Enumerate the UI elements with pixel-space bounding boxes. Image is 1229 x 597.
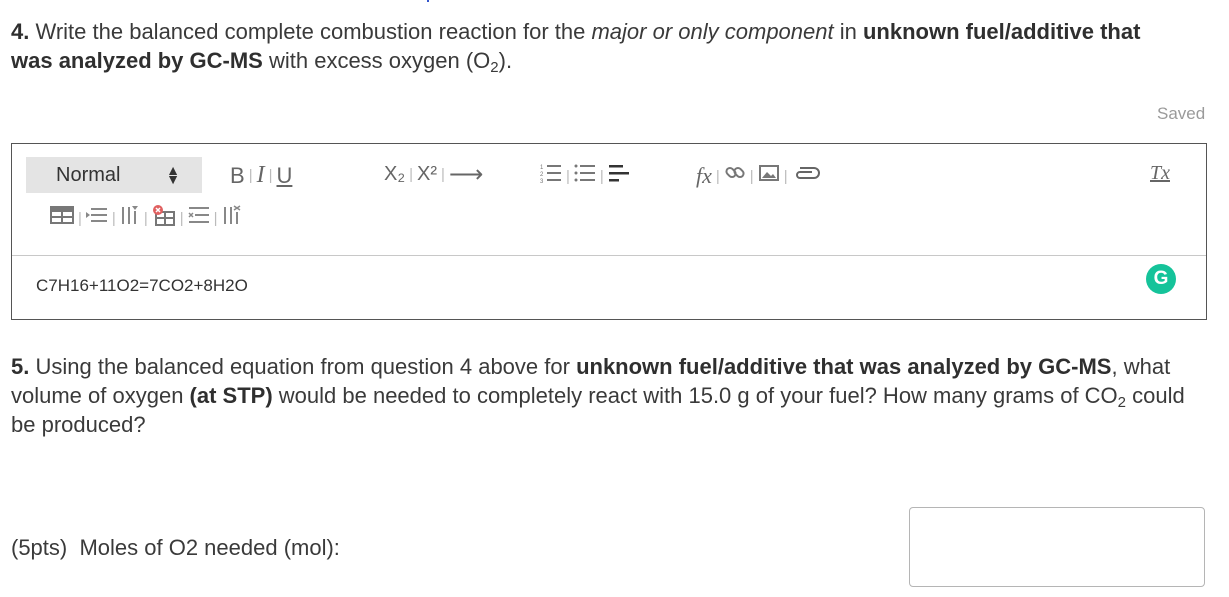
format-select-value: Normal <box>56 163 121 186</box>
separator: | <box>409 166 414 183</box>
separator: | <box>268 167 273 184</box>
separator: | <box>179 209 184 227</box>
delete-column-icon[interactable] <box>222 205 242 231</box>
italic-icon[interactable]: I <box>257 162 265 189</box>
q4-subscript: 2 <box>490 59 499 76</box>
separator: | <box>441 166 445 183</box>
svg-text:2: 2 <box>540 172 544 178</box>
bold-icon[interactable]: B <box>230 163 245 189</box>
separator: | <box>213 209 218 227</box>
separator: | <box>715 167 720 185</box>
q4-emphasis: major or only component <box>591 19 834 44</box>
q4-number: 4. <box>11 19 30 44</box>
ordered-list-icon[interactable]: 123 <box>540 162 562 190</box>
subscript-icon[interactable]: X₂ <box>384 163 405 186</box>
separator: | <box>749 167 754 185</box>
image-icon[interactable] <box>758 162 780 190</box>
align-icon[interactable] <box>608 162 630 190</box>
clear-format-group: Tx <box>1150 162 1170 185</box>
delete-row-icon[interactable] <box>188 205 210 231</box>
saved-status: Saved <box>1157 104 1206 123</box>
q5-number: 5. <box>11 354 30 379</box>
separator: | <box>566 167 570 185</box>
q4-text-2: in <box>833 19 863 44</box>
editor-content[interactable]: C7H16+11O2=7CO2+8H2O <box>36 276 248 296</box>
separator: | <box>143 209 148 227</box>
insert-column-icon[interactable] <box>120 205 140 231</box>
svg-text:1: 1 <box>540 165 544 171</box>
q5-bold-2: (at STP) <box>189 383 273 408</box>
q4-text-3: with excess oxygen (O <box>262 48 491 73</box>
link-icon[interactable] <box>724 162 746 190</box>
blue-dot-marker <box>427 0 429 2</box>
separator: | <box>78 209 82 227</box>
select-arrows-icon: ▲ ▼ <box>166 162 180 187</box>
attachment-icon[interactable] <box>792 162 822 190</box>
svg-text:3: 3 <box>540 179 544 184</box>
clear-format-icon[interactable]: Tx <box>1150 162 1170 185</box>
editor-toolbar: Normal ▲▼ B | I | U X₂ | X² | ⟶ 123 | | <box>12 144 1206 256</box>
separator: | <box>783 167 788 185</box>
q5-text-3: would be needed to completely react with… <box>272 383 1118 408</box>
q4-text-4: ). <box>498 48 513 73</box>
underline-icon[interactable]: U <box>277 163 293 189</box>
moles-o2-label: (5pts) Moles of O2 needed (mol): <box>11 535 340 560</box>
separator: | <box>599 167 604 185</box>
superscript-icon[interactable]: X² <box>417 163 437 186</box>
q5-bold-1: unknown fuel/additive that was analyzed … <box>576 354 1112 379</box>
q4-text-1: Write the balanced complete combustion r… <box>29 19 592 44</box>
arrow-icon[interactable]: ⟶ <box>449 160 483 189</box>
text-style-group: B | I | U <box>230 162 292 189</box>
question-4: 4. Write the balanced complete combustio… <box>11 17 1161 75</box>
table-group: | | | | | <box>50 204 242 232</box>
question-5: 5. Using the balanced equation from ques… <box>11 352 1206 439</box>
q5-subscript: 2 <box>1117 394 1127 411</box>
separator: | <box>111 209 116 227</box>
unordered-list-icon[interactable] <box>574 162 596 190</box>
separator: | <box>248 167 253 184</box>
insert-group: fx | | | <box>696 162 822 190</box>
moles-o2-input[interactable] <box>909 507 1205 587</box>
insert-row-icon[interactable] <box>85 205 108 231</box>
q5-text-1: Using the balanced equation from questio… <box>29 354 577 379</box>
delete-table-icon[interactable] <box>152 204 176 232</box>
insert-table-icon[interactable] <box>50 205 74 231</box>
format-select[interactable]: Normal ▲ ▼ <box>26 157 202 193</box>
rich-text-editor[interactable]: Normal ▲▼ B | I | U X₂ | X² | ⟶ 123 | | <box>11 143 1207 320</box>
list-group: 123 | | <box>540 162 630 190</box>
formula-icon[interactable]: fx <box>696 163 712 189</box>
script-group: X₂ | X² | ⟶ <box>384 160 483 189</box>
grammarly-icon[interactable]: G <box>1146 264 1176 294</box>
